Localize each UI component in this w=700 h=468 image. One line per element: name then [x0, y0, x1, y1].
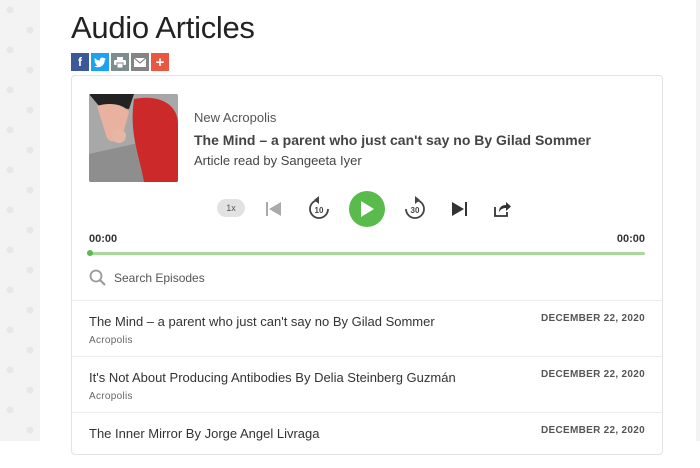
current-time: 00:00 — [89, 233, 118, 245]
episode-row-date: DECEMBER 22, 2020 — [540, 369, 645, 380]
forward-button[interactable]: 30 — [404, 196, 426, 220]
episode-title: The Mind – a parent who just can't say n… — [194, 132, 591, 148]
forward-seconds: 30 — [411, 206, 420, 215]
episode-row-title[interactable]: The Mind – a parent who just can't say n… — [89, 314, 435, 329]
page-title: Audio Articles — [71, 10, 255, 45]
episode-info: New Acropolis The Mind – a parent who ju… — [194, 110, 591, 168]
playback-speed-button[interactable]: 1x — [217, 199, 245, 217]
email-icon — [134, 57, 146, 67]
print-icon — [114, 56, 126, 68]
progress-handle[interactable] — [87, 250, 93, 256]
episode-row-source: Acropolis — [89, 391, 133, 402]
episode-row-title[interactable]: It's Not About Producing Antibodies By D… — [89, 370, 456, 385]
episode-author: Article read by Sangeeta Iyer — [194, 153, 362, 168]
rewind-10-icon: 10 — [309, 196, 329, 219]
skip-forward-icon — [452, 202, 467, 216]
previous-button[interactable] — [265, 200, 283, 218]
duration: 00:00 — [616, 233, 645, 245]
search-input[interactable]: Search Episodes — [114, 271, 205, 285]
print-share-button[interactable] — [111, 53, 129, 71]
page-edge — [696, 0, 700, 441]
facebook-share-button[interactable]: f — [71, 53, 89, 71]
facebook-icon: f — [78, 55, 82, 69]
twitter-icon — [94, 56, 106, 67]
podcast-player: New Acropolis The Mind – a parent who ju… — [71, 75, 663, 455]
email-share-button[interactable] — [131, 53, 149, 71]
twitter-share-button[interactable] — [91, 53, 109, 71]
list-item[interactable]: The Inner Mirror By Jorge Angel Livraga … — [72, 412, 662, 468]
episode-row-date: DECEMBER 22, 2020 — [540, 425, 645, 436]
list-item[interactable]: It's Not About Producing Antibodies By D… — [72, 356, 662, 412]
list-item[interactable]: The Mind – a parent who just can't say n… — [72, 300, 662, 356]
playback-controls: 1x 10 30 — [72, 191, 662, 227]
share-icon — [494, 202, 511, 217]
play-icon — [361, 201, 374, 217]
share-button[interactable] — [492, 199, 512, 219]
next-button[interactable] — [450, 200, 468, 218]
search-icon — [89, 269, 106, 286]
rewind-seconds: 10 — [315, 206, 324, 215]
plus-share-icon: + — [155, 53, 165, 71]
forward-30-icon: 30 — [405, 196, 425, 219]
episode-row-title[interactable]: The Inner Mirror By Jorge Angel Livraga — [89, 426, 320, 441]
episode-row-date: DECEMBER 22, 2020 — [540, 313, 645, 324]
episode-search[interactable]: Search Episodes — [89, 269, 205, 286]
episode-row-source: Acropolis — [89, 335, 133, 346]
share-bar: f + — [71, 53, 169, 71]
background-pattern — [0, 0, 40, 441]
episode-artwork — [89, 94, 178, 182]
more-share-button[interactable]: + — [151, 53, 169, 71]
podcast-name: New Acropolis — [194, 110, 277, 125]
episode-list: The Mind – a parent who just can't say n… — [72, 300, 662, 468]
play-button[interactable] — [349, 191, 385, 227]
skip-back-icon — [266, 202, 281, 216]
rewind-button[interactable]: 10 — [308, 196, 330, 220]
progress-bar[interactable] — [87, 250, 645, 256]
